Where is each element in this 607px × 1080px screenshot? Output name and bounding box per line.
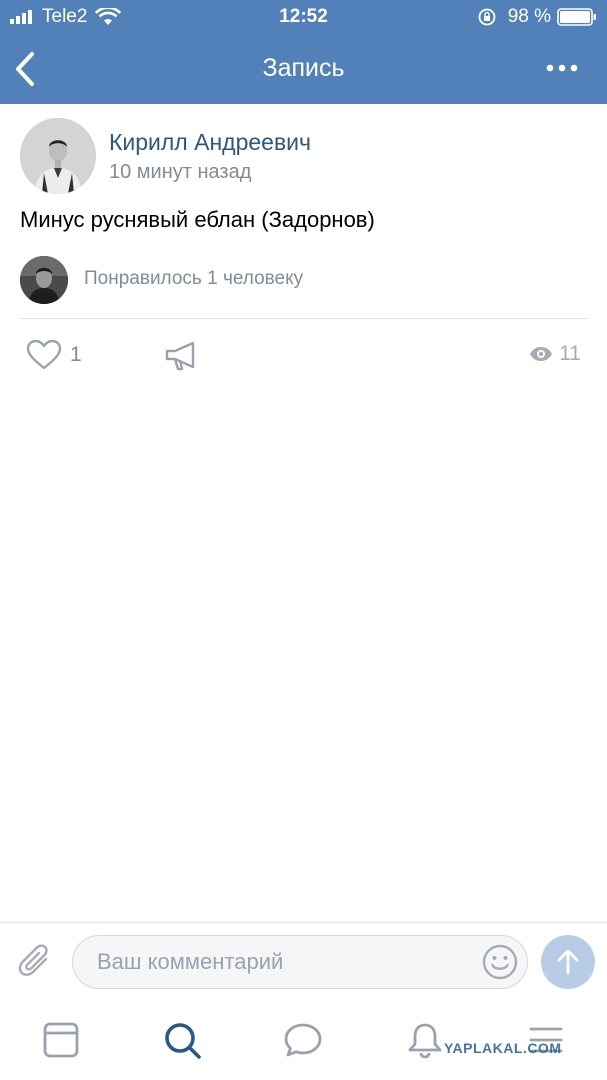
rotation-lock-icon xyxy=(478,8,496,26)
author-name[interactable]: Кирилл Андреевич xyxy=(109,129,311,156)
views-count: 11 xyxy=(559,342,581,365)
header-bar: Tele2 12:52 98 % Запись xyxy=(0,0,607,104)
heart-icon xyxy=(26,339,62,370)
likes-summary[interactable]: Понравилось 1 человеку xyxy=(84,268,303,290)
page-title: Запись xyxy=(262,54,345,82)
paperclip-icon xyxy=(18,944,48,976)
like-button[interactable]: 1 xyxy=(26,338,82,372)
search-icon xyxy=(165,1023,201,1059)
tab-news[interactable] xyxy=(41,1020,81,1060)
emoji-button[interactable] xyxy=(482,944,518,985)
arrow-up-icon xyxy=(557,949,579,975)
tab-search[interactable] xyxy=(162,1020,202,1060)
views-counter: 11 xyxy=(529,342,581,366)
post-author: Кирилл Андреевич 10 минут назад xyxy=(20,118,590,198)
like-count: 1 xyxy=(70,343,82,366)
tab-messages[interactable] xyxy=(283,1020,323,1060)
battery-percent: 98 % xyxy=(507,6,551,27)
more-dots-icon xyxy=(546,64,578,72)
battery-icon xyxy=(557,8,596,26)
watermark: YAPLAKAL.COM xyxy=(444,1040,562,1056)
eye-icon xyxy=(530,347,553,361)
bell-icon xyxy=(408,1023,442,1059)
comment-input[interactable] xyxy=(72,935,528,989)
comment-bar xyxy=(0,922,607,1003)
liker-avatar[interactable] xyxy=(20,256,68,304)
news-icon xyxy=(43,1022,79,1058)
divider xyxy=(20,318,588,319)
tab-notifications[interactable] xyxy=(405,1020,445,1060)
smiley-icon xyxy=(482,944,518,980)
liked-by-row[interactable]: Понравилось 1 человеку xyxy=(20,256,590,306)
author-avatar[interactable] xyxy=(20,118,96,194)
status-bar: Tele2 12:52 98 % xyxy=(0,0,607,34)
share-button[interactable] xyxy=(164,340,198,377)
post-timestamp: 10 минут назад xyxy=(109,161,252,183)
attach-button[interactable] xyxy=(18,943,54,986)
post-text: Минус руснявый еблан (Задорнов) xyxy=(20,207,375,232)
post-actions: 1 11 xyxy=(0,330,607,380)
more-button[interactable] xyxy=(545,54,579,84)
send-button[interactable] xyxy=(541,935,595,989)
megaphone-icon xyxy=(165,341,195,371)
chat-bubble-icon xyxy=(284,1023,322,1057)
